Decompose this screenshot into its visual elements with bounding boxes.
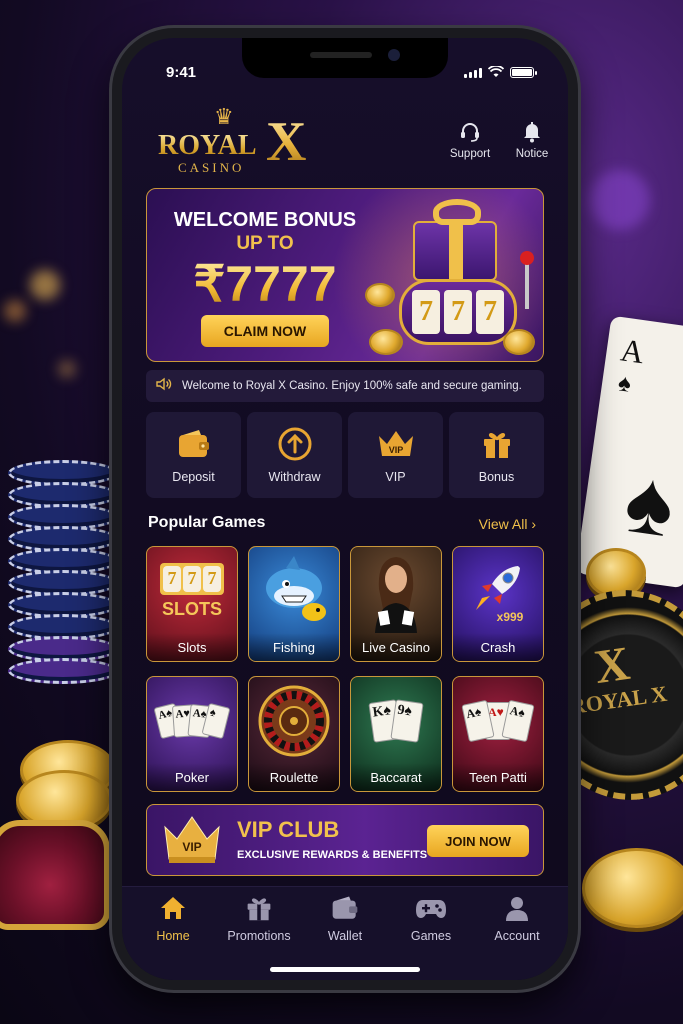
game-tile-baccarat[interactable]: K♠ 9♠ Baccarat <box>350 676 442 792</box>
gold-coin <box>582 848 683 928</box>
welcome-bonus-banner[interactable]: WELCOME BONUS UP TO ₹7777 CLAIM NOW 7 7 … <box>146 188 544 362</box>
home-icon <box>132 893 214 923</box>
playing-card-decoration: A ♠ ♠ <box>575 315 683 589</box>
game-label: Fishing <box>249 633 339 661</box>
support-label: Support <box>449 148 491 160</box>
tab-games[interactable]: Games <box>390 893 472 943</box>
game-tile-teen-patti[interactable]: A♠ A♥ A♠ Teen Patti <box>452 676 544 792</box>
game-tile-slots[interactable]: 7 7 7 SLOTS Slots <box>146 546 238 662</box>
claim-now-button[interactable]: CLAIM NOW <box>201 315 329 347</box>
support-button[interactable]: Support <box>444 118 496 160</box>
phone-notch <box>242 38 448 78</box>
phone-frame: 9:41 ♛ ROYAL X CASINO Support Notice WEL… <box>112 28 578 990</box>
vip-club-title: VIP CLUB <box>237 817 340 842</box>
teen-patti-cards-icon: A♠ A♥ A♠ <box>453 677 543 765</box>
chip-stack <box>8 460 118 720</box>
slot-machine-icon: 7 7 7 <box>399 279 517 345</box>
arrow-up-circle-icon <box>247 426 342 462</box>
bokeh-light <box>4 300 26 322</box>
coin-icon <box>365 283 395 307</box>
join-now-button[interactable]: JOIN NOW <box>427 825 529 857</box>
battery-icon <box>510 67 537 78</box>
game-tile-fishing[interactable]: Fishing <box>248 546 340 662</box>
bottom-tab-bar: Home Promotions Wallet Games Account <box>122 886 568 980</box>
banner-subtitle: UP TO <box>236 233 294 254</box>
vip-button[interactable]: VIP VIP <box>348 412 443 498</box>
withdraw-button[interactable]: Withdraw <box>247 412 342 498</box>
game-label: Poker <box>147 763 237 791</box>
app-screen: 9:41 ♛ ROYAL X CASINO Support Notice WEL… <box>122 38 568 980</box>
announcement-text: Welcome to Royal X Casino. Enjoy 100% sa… <box>182 380 522 392</box>
vip-crown-icon: VIP <box>161 813 223 867</box>
coin-icon <box>369 329 403 355</box>
vip-club-subtitle: EXCLUSIVE REWARDS & BENEFITS <box>237 849 428 861</box>
wifi-icon <box>488 66 504 77</box>
slot-lever-icon <box>520 251 534 309</box>
shark-icon <box>249 547 339 635</box>
gift-icon <box>218 893 300 923</box>
notice-button[interactable]: Notice <box>506 118 558 160</box>
vip-crown-icon: VIP <box>348 426 443 462</box>
wallet-icon <box>146 426 241 462</box>
banner-amount: ₹7777 <box>165 255 365 313</box>
chevron-right-icon: › <box>531 516 536 532</box>
game-label: Roulette <box>249 763 339 791</box>
crown-decoration <box>0 820 110 930</box>
bokeh-light <box>590 170 650 230</box>
gamepad-icon <box>390 893 472 923</box>
vip-club-banner[interactable]: VIP VIP CLUB EXCLUSIVE REWARDS & BENEFIT… <box>146 804 544 876</box>
headset-icon <box>444 118 496 146</box>
crown-icon: ♛ <box>214 104 234 129</box>
logo-royal-text: ROYAL <box>158 130 257 161</box>
baccarat-cards-icon: K♠ 9♠ <box>351 677 441 765</box>
poker-cards-icon: A♠ A♥ A♠ ♠ <box>147 677 237 765</box>
bokeh-light <box>58 360 76 378</box>
bonus-button[interactable]: Bonus <box>449 412 544 498</box>
quick-actions: Deposit Withdraw VIP VIP Bonus <box>146 412 544 498</box>
speaker-icon <box>156 377 172 395</box>
gift-box-icon <box>413 199 497 281</box>
rocket-icon: x999 <box>453 547 543 635</box>
roulette-wheel-icon <box>249 677 339 765</box>
view-all-link[interactable]: View All › <box>479 516 536 532</box>
logo-casino-text: CASINO <box>178 160 245 175</box>
announcement-bar[interactable]: Welcome to Royal X Casino. Enjoy 100% sa… <box>146 370 544 402</box>
svg-text:VIP: VIP <box>388 445 403 455</box>
game-tile-crash[interactable]: x999 Crash <box>452 546 544 662</box>
dealer-icon <box>351 547 441 635</box>
signal-icon <box>464 68 482 78</box>
bokeh-light <box>30 270 60 300</box>
wallet-icon <box>304 893 386 923</box>
status-icons <box>464 66 537 78</box>
tab-promotions[interactable]: Promotions <box>218 893 300 943</box>
tab-account[interactable]: Account <box>476 893 558 943</box>
game-tile-roulette[interactable]: Roulette <box>248 676 340 792</box>
svg-text:VIP: VIP <box>182 840 201 854</box>
slots-art-icon: 7 7 7 SLOTS <box>147 547 237 635</box>
game-label: Teen Patti <box>453 763 543 791</box>
app-header: ♛ ROYAL X CASINO Support Notice <box>122 98 568 178</box>
popular-games-title: Popular Games <box>148 514 266 531</box>
status-time: 9:41 <box>166 64 197 81</box>
game-tile-live-casino[interactable]: Live Casino <box>350 546 442 662</box>
tab-wallet[interactable]: Wallet <box>304 893 386 943</box>
tab-home[interactable]: Home <box>132 893 214 943</box>
gift-icon <box>449 426 544 462</box>
logo-x-text: X <box>266 111 307 173</box>
game-label: Live Casino <box>351 633 441 661</box>
bell-icon <box>506 118 558 146</box>
banner-title: WELCOME BONUS <box>173 209 357 231</box>
game-label: Baccarat <box>351 763 441 791</box>
games-grid: 7 7 7 SLOTS Slots Fishing Live Casino x9… <box>146 546 546 792</box>
notice-label: Notice <box>515 148 549 160</box>
deposit-button[interactable]: Deposit <box>146 412 241 498</box>
home-indicator <box>270 967 420 972</box>
royal-x-casino-logo[interactable]: ♛ ROYAL X CASINO <box>158 104 328 175</box>
user-icon <box>476 893 558 923</box>
game-label: Crash <box>453 633 543 661</box>
game-label: Slots <box>147 633 237 661</box>
coin-icon <box>503 329 535 355</box>
game-tile-poker[interactable]: A♠ A♥ A♠ ♠ Poker <box>146 676 238 792</box>
